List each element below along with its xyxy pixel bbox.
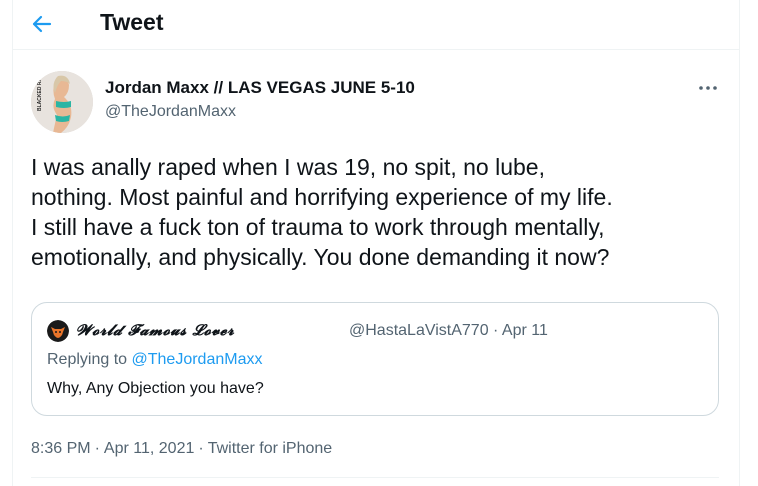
author-handle[interactable]: @TheJordanMaxx xyxy=(105,103,236,121)
tweet-metadata: 8:36 PM · Apr 11, 2021 · Twitter for iPhone xyxy=(31,440,332,458)
back-button[interactable] xyxy=(26,10,58,38)
divider xyxy=(31,477,719,478)
quoted-tweet-text: Why, Any Objection you have? xyxy=(47,380,264,397)
tweet-line: emotionally, and physically. You done de… xyxy=(31,244,610,270)
replying-handle-link[interactable]: @TheJordanMaxx xyxy=(132,351,263,368)
meta-separator: · xyxy=(94,440,100,457)
quoted-author-handle-date: @HastaLaVistA770 · Apr 11 xyxy=(349,322,548,339)
replying-to: Replying to @TheJordanMaxx xyxy=(47,351,262,369)
tweet-text: I was anally raped when I was 19, no spi… xyxy=(31,152,731,272)
tweet-source[interactable]: Twitter for iPhone xyxy=(208,440,333,457)
quoted-author-avatar xyxy=(47,320,69,342)
meta-separator: · xyxy=(198,440,204,457)
author-name[interactable]: Jordan Maxx // LAS VEGAS JUNE 5-10 xyxy=(105,78,415,98)
tweet-line: nothing. Most painful and horrifying exp… xyxy=(31,184,613,210)
tweet-line: I was anally raped when I was 19, no spi… xyxy=(31,154,545,180)
tweet-time[interactable]: 8:36 PM xyxy=(31,440,91,457)
page-title: Tweet xyxy=(100,9,164,35)
quoted-author-name: 𝓦𝓸𝓻𝓵𝓭 𝓕𝓪𝓶𝓸𝓾𝓼 𝓛𝓸𝓿𝓮𝓻 xyxy=(76,321,235,339)
tweet-line: I still have a fuck ton of trauma to wor… xyxy=(31,214,605,240)
more-icon xyxy=(699,86,717,90)
author-avatar[interactable]: BLACKED RAW xyxy=(31,71,93,133)
replying-prefix: Replying to xyxy=(47,351,132,368)
arrow-left-icon xyxy=(32,15,52,33)
tweet-date[interactable]: Apr 11, 2021 xyxy=(104,440,194,457)
more-button[interactable] xyxy=(696,78,720,98)
